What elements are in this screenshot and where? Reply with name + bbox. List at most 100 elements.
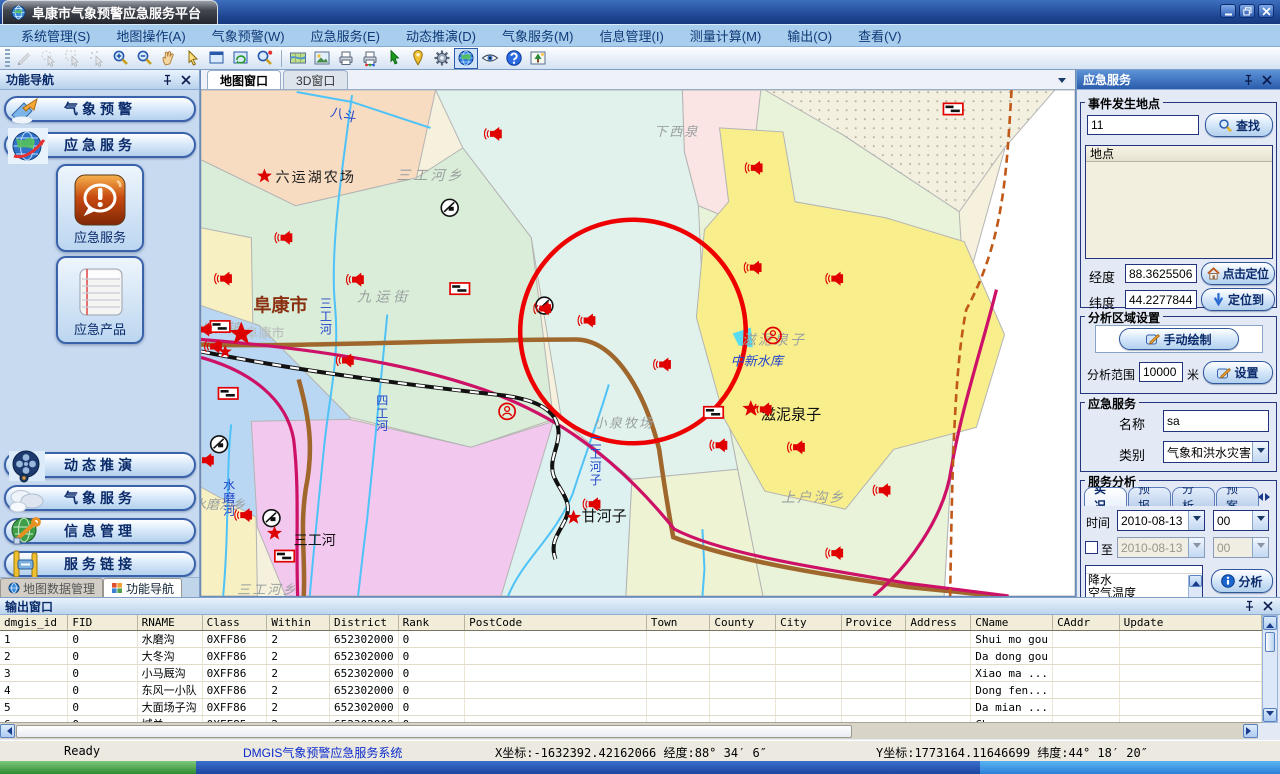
- menu-item[interactable]: 动态推演(D): [393, 25, 489, 46]
- service-type-combo[interactable]: 气象和洪水灾害: [1163, 441, 1269, 463]
- column-header[interactable]: Town: [646, 615, 709, 631]
- location-list[interactable]: 地点: [1085, 145, 1273, 259]
- tab-map-data-management[interactable]: 地图数据管理: [0, 578, 103, 597]
- location-keyword-input[interactable]: [1087, 115, 1199, 135]
- range-input[interactable]: [1139, 362, 1183, 382]
- search-button[interactable]: 查找: [1205, 113, 1273, 137]
- emergency-product-shortcut[interactable]: 应急产品: [56, 256, 144, 344]
- close-icon[interactable]: [1260, 599, 1275, 613]
- tab-plan[interactable]: 预案: [1216, 487, 1259, 506]
- locate-pin-icon[interactable]: [406, 48, 430, 69]
- table-row[interactable]: 10水磨沟0XFF8626523020000Shui mo gou: [0, 631, 1262, 648]
- column-header[interactable]: District: [330, 615, 399, 631]
- layer-manager-icon[interactable]: [286, 48, 310, 69]
- table-row[interactable]: 60城关0XFF8526523020000Cheng guan: [0, 716, 1262, 724]
- menu-item[interactable]: 地图操作(A): [103, 25, 198, 46]
- column-header[interactable]: Within: [267, 615, 330, 631]
- emergency-service-shortcut[interactable]: 应急服务: [56, 164, 144, 252]
- nav-group-service-links[interactable]: 服务链接: [4, 551, 196, 577]
- zoom-out-icon[interactable]: [133, 48, 157, 69]
- element-listbox[interactable]: 降水空气温度: [1085, 565, 1203, 598]
- pointer-icon[interactable]: [181, 48, 205, 69]
- close-icon[interactable]: [178, 73, 193, 87]
- menu-item[interactable]: 输出(O): [774, 25, 845, 46]
- print-icon[interactable]: [334, 48, 358, 69]
- emergency-globe-icon[interactable]: [454, 48, 478, 69]
- close-button[interactable]: [1258, 4, 1274, 18]
- identify-icon[interactable]: [253, 48, 277, 69]
- column-header[interactable]: RNAME: [137, 615, 202, 631]
- nav-group-dynamic-simulation[interactable]: 动态推演: [4, 452, 196, 478]
- restore-button[interactable]: [1239, 4, 1255, 18]
- scroll-up-icon[interactable]: [1263, 616, 1277, 630]
- scroll-up-icon[interactable]: [1189, 575, 1202, 587]
- visibility-eye-icon[interactable]: [478, 48, 502, 69]
- column-header[interactable]: Provice: [841, 615, 906, 631]
- chevron-down-icon[interactable]: [1252, 511, 1268, 530]
- menu-item[interactable]: 查看(V): [845, 25, 914, 46]
- menu-item[interactable]: 测量计算(M): [677, 25, 775, 46]
- scroll-left-icon[interactable]: [0, 724, 15, 738]
- column-header[interactable]: City: [776, 615, 841, 631]
- column-header[interactable]: FID: [68, 615, 137, 631]
- export-image-icon[interactable]: [310, 48, 334, 69]
- analyze-button[interactable]: 分析: [1211, 569, 1273, 593]
- tab-3d-view[interactable]: 3D窗口: [283, 70, 348, 89]
- tab-scroll-arrows[interactable]: [1254, 493, 1274, 501]
- zoom-in-icon[interactable]: [109, 48, 133, 69]
- service-name-input[interactable]: [1163, 410, 1269, 432]
- output-horizontal-scrollbar[interactable]: [0, 723, 1258, 739]
- column-header[interactable]: CName: [971, 615, 1053, 631]
- column-header[interactable]: PostCode: [465, 615, 647, 631]
- toolbar-grip[interactable]: [5, 49, 10, 67]
- start-date-combo[interactable]: 2010-08-13: [1117, 510, 1205, 531]
- tab-live[interactable]: 实况: [1084, 487, 1127, 506]
- pan-icon[interactable]: [157, 48, 181, 69]
- start-hour-combo[interactable]: 00: [1213, 510, 1269, 531]
- to-date-checkbox[interactable]: [1085, 541, 1098, 554]
- menu-item[interactable]: 信息管理(I): [587, 25, 677, 46]
- refresh-map-icon[interactable]: [229, 48, 253, 69]
- menu-item[interactable]: 气象预警(W): [199, 25, 298, 46]
- table-row[interactable]: 50大面场子沟0XFF8626523020000Da mian ...: [0, 699, 1262, 716]
- tab-analysis[interactable]: 分析: [1172, 487, 1215, 506]
- feature-select-icon[interactable]: [382, 48, 406, 69]
- locate-by-click-button[interactable]: 点击定位: [1201, 262, 1275, 285]
- output-vertical-scrollbar[interactable]: [1262, 615, 1278, 723]
- tab-forecast[interactable]: 预报: [1128, 487, 1171, 506]
- measure-icon[interactable]: [13, 48, 37, 69]
- pin-icon[interactable]: [160, 73, 175, 87]
- end-date-combo[interactable]: 2010-08-13: [1117, 537, 1205, 558]
- map-canvas[interactable]: 八斗六运湖农场三工河乡下西泉九运街阜康市城关镇阜康市滋泥泉子中新水库滋泥泉子小泉…: [201, 90, 1075, 596]
- menu-item[interactable]: 气象服务(M): [489, 25, 587, 46]
- select-rect-icon[interactable]: [61, 48, 85, 69]
- scroll-thumb[interactable]: [1265, 632, 1275, 652]
- chevron-down-icon[interactable]: [1252, 442, 1268, 462]
- overview-map-icon[interactable]: [526, 48, 550, 69]
- pin-icon[interactable]: [1241, 73, 1256, 87]
- manual-draw-button[interactable]: 手动绘制: [1119, 328, 1239, 350]
- end-hour-combo[interactable]: 00: [1213, 537, 1269, 558]
- nav-group-weather-service[interactable]: 气象服务: [4, 485, 196, 511]
- column-header[interactable]: Class: [202, 615, 267, 631]
- column-header[interactable]: dmgis_id: [0, 615, 68, 631]
- select-polygon-icon[interactable]: [37, 48, 61, 69]
- column-header[interactable]: Rank: [398, 615, 464, 631]
- menu-item[interactable]: 系统管理(S): [8, 25, 103, 46]
- minimize-button[interactable]: [1220, 4, 1236, 18]
- nav-group-weather-warning[interactable]: 气象预警: [4, 96, 196, 122]
- settings-gear-icon[interactable]: [430, 48, 454, 69]
- go-to-location-button[interactable]: 定位到: [1201, 288, 1275, 311]
- table-row[interactable]: 20大冬沟0XFF8626523020000Da dong gou: [0, 648, 1262, 665]
- column-header[interactable]: County: [710, 615, 776, 631]
- column-header[interactable]: CAddr: [1053, 615, 1120, 631]
- select-point-icon[interactable]: [85, 48, 109, 69]
- nav-group-emergency-service[interactable]: 应急服务: [4, 132, 196, 158]
- table-row[interactable]: 40东风一小队0XFF8626523020000Dong fen...: [0, 682, 1262, 699]
- tab-function-navigation[interactable]: 功能导航: [103, 578, 182, 597]
- scroll-thumb[interactable]: [16, 725, 852, 738]
- print-setup-icon[interactable]: [358, 48, 382, 69]
- chevron-down-icon[interactable]: [1188, 511, 1204, 530]
- map-tab-menu-button[interactable]: [1055, 73, 1069, 87]
- help-icon[interactable]: [502, 48, 526, 69]
